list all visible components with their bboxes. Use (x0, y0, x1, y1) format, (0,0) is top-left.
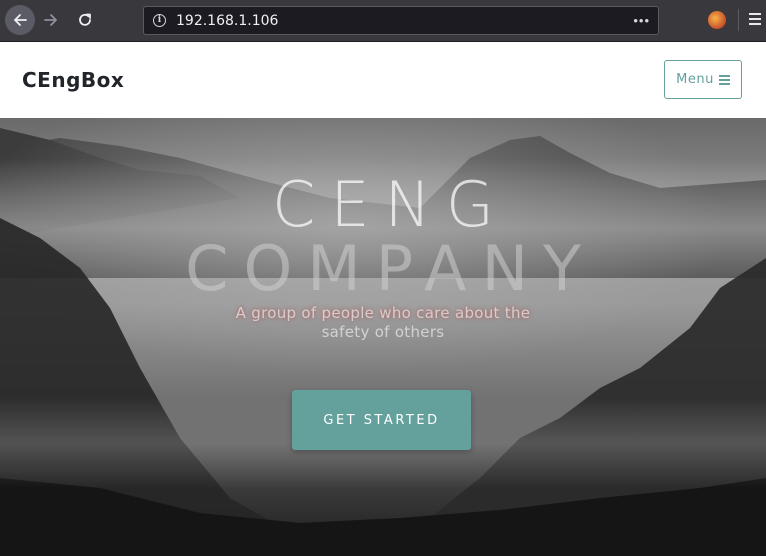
site-navbar: CEngBox Menu (0, 42, 766, 118)
brand-logo[interactable]: CEngBox (22, 68, 124, 92)
extension-icon[interactable] (708, 11, 726, 29)
hero-subtitle-line1: A group of people who care about the (235, 304, 531, 322)
page-actions-icon[interactable]: ••• (633, 13, 650, 28)
reload-icon (79, 13, 91, 26)
hero-title-line1: CENG (272, 168, 509, 241)
forward-arrow-icon (44, 14, 57, 26)
url-text[interactable]: 192.168.1.106 (176, 13, 278, 29)
reload-button[interactable] (70, 5, 100, 35)
back-button[interactable] (5, 5, 35, 35)
toolbar-divider (738, 9, 739, 31)
bars-icon (718, 74, 730, 85)
hero-title-line2: COMPANY (185, 232, 596, 305)
hero-subtitle: A group of people who care about the saf… (233, 304, 533, 342)
hamburger-menu-icon[interactable] (749, 13, 761, 26)
browser-toolbar: i 192.168.1.106 ••• (0, 0, 766, 42)
forward-button[interactable] (36, 5, 66, 35)
get-started-button[interactable]: GET STARTED (292, 390, 471, 450)
hero-section: CENG COMPANY A group of people who care … (0, 118, 766, 556)
back-arrow-icon (14, 14, 27, 26)
hero-subtitle-line2: safety of others (321, 323, 445, 341)
menu-button[interactable]: Menu (664, 60, 742, 99)
info-icon[interactable]: i (153, 14, 166, 27)
menu-label: Menu (676, 72, 714, 87)
url-bar[interactable]: i 192.168.1.106 ••• (143, 6, 659, 35)
